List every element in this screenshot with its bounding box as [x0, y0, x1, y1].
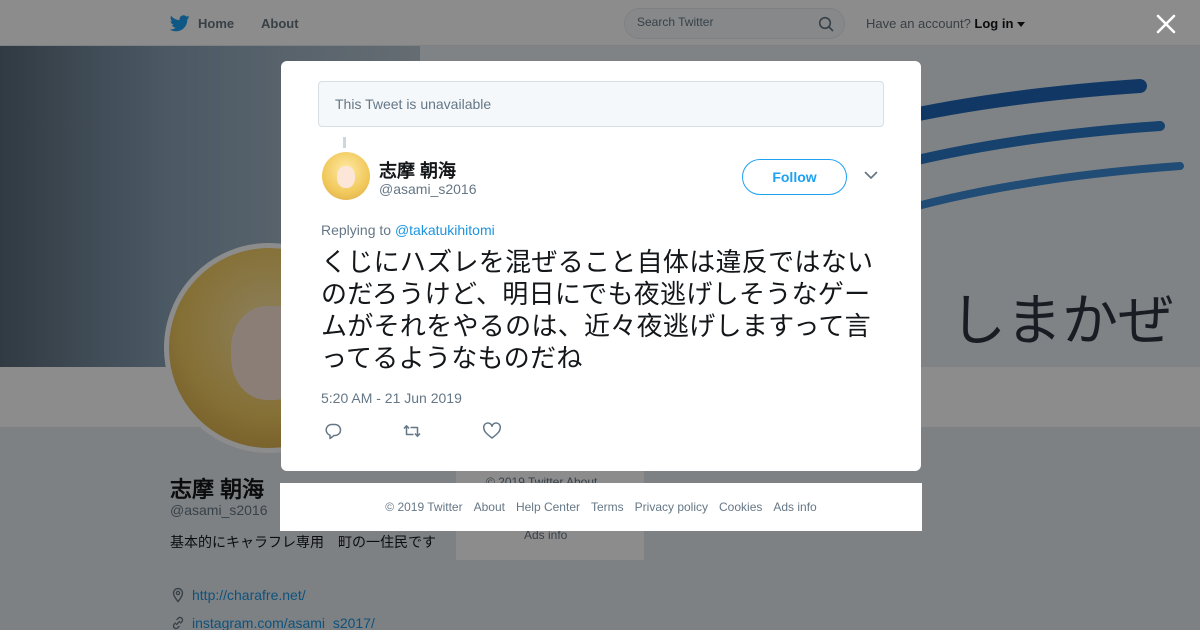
reply-icon[interactable] — [323, 422, 343, 440]
tweet-author-avatar[interactable] — [322, 152, 370, 200]
close-icon[interactable] — [1155, 13, 1177, 35]
footer-link-cookies[interactable]: Cookies — [719, 500, 762, 514]
tweet-author-handle[interactable]: @asami_s2016 — [379, 181, 477, 197]
footer-link-privacy[interactable]: Privacy policy — [635, 500, 708, 514]
replying-to-prefix: Replying to — [321, 222, 392, 238]
replying-to: Replying to @takatukihitomi — [321, 222, 495, 238]
modal-footer: © 2019 Twitter About Help Center Terms P… — [280, 483, 922, 531]
tweet-text: くじにハズレを混ぜること自体は違反ではないのだろうけど、明日にでも夜逃げしそうな… — [321, 248, 874, 374]
chevron-down-icon[interactable] — [864, 171, 878, 180]
footer-link-ads-info[interactable]: Ads info — [773, 500, 816, 514]
footer-link-terms[interactable]: Terms — [591, 500, 624, 514]
footer-copyright: © 2019 Twitter — [385, 500, 463, 514]
thread-connector — [343, 137, 346, 148]
footer-link-help-center[interactable]: Help Center — [516, 500, 580, 514]
tweet-unavailable-notice: This Tweet is unavailable — [318, 81, 884, 127]
replying-to-mention[interactable]: @takatukihitomi — [395, 222, 495, 238]
follow-button[interactable]: Follow — [742, 159, 847, 195]
footer-link-about[interactable]: About — [474, 500, 505, 514]
tweet-avatar-face — [337, 166, 355, 188]
retweet-icon[interactable] — [402, 422, 422, 440]
tweet-timestamp[interactable]: 5:20 AM - 21 Jun 2019 — [321, 390, 462, 406]
tweet-author-name[interactable]: 志摩 朝海 — [379, 157, 456, 183]
tweet-modal: This Tweet is unavailable 志摩 朝海 @asami_s… — [281, 61, 921, 471]
like-icon[interactable] — [482, 422, 502, 440]
